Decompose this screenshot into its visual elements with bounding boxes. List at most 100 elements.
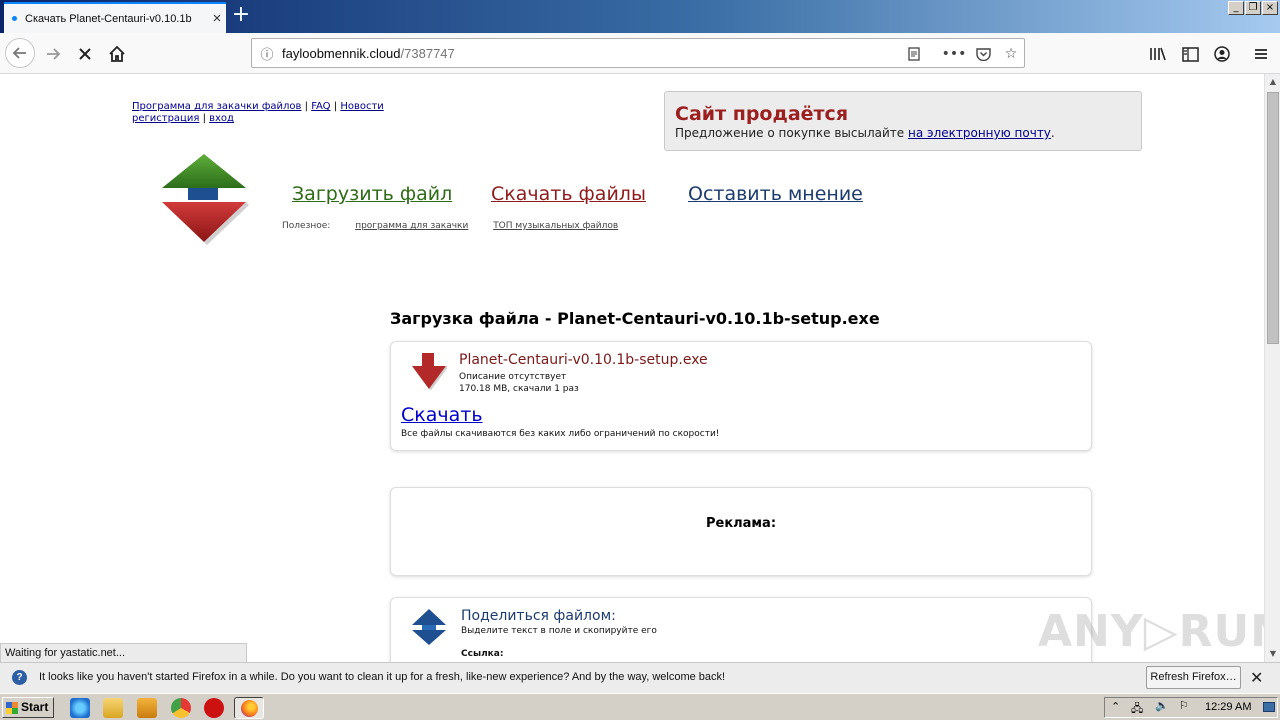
windows-taskbar: Start ⌃ 🖧 🔈 ⚐ 12:29 AM	[0, 693, 1280, 720]
new-tab-button[interactable]: +	[229, 4, 253, 28]
notification-message: It looks like you haven't started Firefo…	[39, 671, 726, 683]
web-page: Программа для закачки файлов | FAQ | Нов…	[0, 74, 1264, 662]
page-scrollbar[interactable]: ▲ ▼	[1264, 74, 1280, 662]
refresh-notification-bar: ? It looks like you haven't started Fire…	[0, 662, 1280, 693]
tray-expand-icon[interactable]: ⌃	[1111, 700, 1120, 713]
close-notification-icon[interactable]: ✕	[1250, 668, 1263, 688]
menu-button[interactable]	[1247, 40, 1275, 68]
share-subtitle: Выделите текст в поле и скопируйте его	[461, 626, 657, 636]
reader-view-icon[interactable]	[902, 42, 926, 66]
download-note: Все файлы скачиваются без каких либо огр…	[401, 429, 720, 439]
page-title: Загрузка файла - Planet-Centauri-v0.10.1…	[390, 309, 880, 328]
advertisement-label: Реклама:	[705, 516, 777, 531]
volume-icon[interactable]: 🔈	[1155, 699, 1169, 712]
site-logo[interactable]	[158, 152, 250, 246]
page-actions-icon[interactable]: •••	[942, 42, 967, 66]
top-links: Программа для закачки файлов | FAQ | Нов…	[132, 101, 384, 125]
leave-feedback-link[interactable]: Оставить мнение	[688, 183, 863, 205]
firefox-taskbar-button[interactable]	[234, 697, 264, 719]
start-label: Start	[21, 700, 49, 714]
library-icon	[1150, 47, 1166, 61]
scrollbar-thumb[interactable]	[1267, 92, 1279, 344]
share-file-box: Поделиться файлом: Выделите текст в поле…	[390, 597, 1092, 662]
sidebar-icon	[1181, 46, 1199, 62]
download-files-link[interactable]: Скачать файлы	[491, 183, 646, 205]
bookmark-star-icon[interactable]: ☆	[999, 42, 1023, 66]
site-for-sale-banner: Сайт продаётся Предложение о покупке выс…	[664, 91, 1142, 151]
site-info-icon[interactable]: ⓘ	[252, 44, 282, 63]
file-size-info: 170.18 MB, скачали 1 раз	[459, 384, 579, 394]
hamburger-menu-icon	[1255, 49, 1267, 59]
download-arrow-icon	[412, 353, 447, 390]
register-link[interactable]: регистрация	[132, 113, 199, 124]
forward-button[interactable]	[39, 40, 67, 68]
windows-flag-icon	[6, 702, 18, 714]
download-link[interactable]: Скачать	[401, 404, 483, 426]
top-music-files-link[interactable]: ТОП музыкальных файлов	[493, 221, 618, 231]
forward-arrow-icon	[47, 48, 61, 60]
upload-file-link[interactable]: Загрузить файл	[292, 183, 452, 205]
file-description-text: Описание отсутствует	[459, 372, 567, 382]
file-name: Planet-Centauri-v0.10.1b-setup.exe	[459, 352, 708, 368]
share-arrows-icon	[412, 609, 446, 645]
share-title: Поделиться файлом:	[461, 608, 616, 624]
restore-button[interactable]: ❐	[1245, 1, 1261, 15]
separator: |	[202, 113, 206, 124]
separator: |	[333, 101, 338, 112]
sale-text-body: Предложение о покупке высылайте	[675, 126, 908, 140]
scroll-down-icon[interactable]: ▼	[1265, 646, 1280, 662]
share-link-label: Ссылка:	[461, 649, 504, 659]
sale-email-link[interactable]: на электронную почту	[908, 126, 1051, 140]
sale-text-end: .	[1050, 126, 1055, 140]
useful-label: Полезное:	[282, 221, 331, 231]
close-tab-icon[interactable]: ×	[208, 10, 226, 27]
separator: |	[304, 101, 308, 112]
status-text: Waiting for yastatic.net...	[0, 643, 247, 663]
ie-icon[interactable]	[70, 698, 90, 718]
back-button[interactable]	[5, 38, 35, 68]
advertisement-box: Реклама:	[390, 487, 1092, 576]
tab-title: Скачать Planet-Centauri-v0.10.1b	[25, 12, 192, 25]
refresh-firefox-button[interactable]: Refresh Firefox…	[1146, 666, 1241, 689]
stop-button[interactable]	[71, 40, 99, 68]
opera-icon[interactable]	[204, 698, 224, 718]
window-titlebar: Скачать Planet-Centauri-v0.10.1b × + _ ❐…	[0, 0, 1280, 33]
loading-dot-icon	[12, 16, 17, 21]
close-window-button[interactable]: ×	[1262, 1, 1278, 15]
back-arrow-icon	[12, 47, 26, 59]
url-path: /7387747	[400, 45, 455, 61]
home-button[interactable]	[103, 40, 131, 68]
account-icon	[1214, 46, 1230, 62]
minimize-button[interactable]: _	[1228, 1, 1244, 15]
network-icon[interactable]: 🖧	[1131, 700, 1143, 719]
chrome-icon[interactable]	[171, 698, 191, 718]
pocket-icon[interactable]	[971, 42, 995, 66]
file-info-box: Planet-Centauri-v0.10.1b-setup.exe Описа…	[390, 341, 1092, 451]
sale-text: Предложение о покупке высылайте на элект…	[675, 126, 1131, 140]
file-description: Описание отсутствует 170.18 MB, скачали …	[459, 371, 579, 395]
navigation-toolbar: ⓘ fayloobmennik.cloud/7387747 ••• ☆	[0, 33, 1280, 74]
show-desktop-icon[interactable]	[1263, 702, 1275, 712]
library-button[interactable]	[1144, 40, 1172, 68]
news-link[interactable]: Новости	[340, 101, 383, 112]
question-icon: ?	[12, 670, 27, 685]
scroll-up-icon[interactable]: ▲	[1265, 74, 1280, 90]
faq-link[interactable]: FAQ	[311, 101, 330, 112]
anyrun-watermark: ANY▷RUN	[1038, 606, 1264, 657]
system-tray: ⌃ 🖧 🔈 ⚐ 12:29 AM	[1104, 697, 1278, 718]
stop-x-icon	[79, 48, 91, 60]
media-player-icon[interactable]	[137, 698, 157, 718]
url-bar[interactable]: ⓘ fayloobmennik.cloud/7387747 ••• ☆	[251, 38, 1025, 68]
download-program-link[interactable]: Программа для закачки файлов	[132, 101, 301, 112]
clock[interactable]: 12:29 AM	[1205, 701, 1251, 713]
browser-tab[interactable]: Скачать Planet-Centauri-v0.10.1b ×	[4, 2, 226, 33]
start-button[interactable]: Start	[2, 697, 54, 718]
sale-title: Сайт продаётся	[675, 103, 849, 125]
account-button[interactable]	[1208, 40, 1236, 68]
action-center-flag-icon[interactable]: ⚐	[1179, 699, 1189, 712]
useful-download-program-link[interactable]: программа для закачки	[355, 221, 468, 231]
useful-links: Полезное: программа для закачки ТОП музы…	[282, 221, 618, 231]
explorer-folder-icon[interactable]	[103, 698, 123, 718]
sidebar-button[interactable]	[1176, 40, 1204, 68]
login-link[interactable]: вход	[209, 113, 234, 124]
